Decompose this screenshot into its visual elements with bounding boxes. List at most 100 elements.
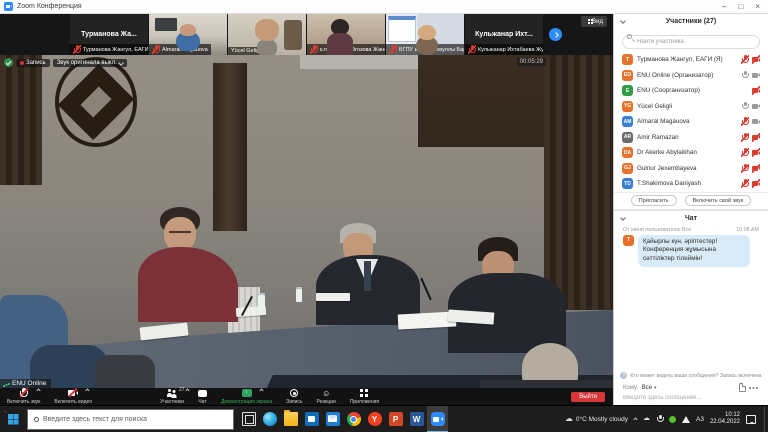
maximize-button[interactable]: □ <box>738 0 743 13</box>
video-tile[interactable]: Кульжанар Ихт...Кульжанар Ихтабаева Жу..… <box>465 14 543 55</box>
video-tile[interactable]: Турманова Жа...Турманова Жангул, ЕАГИ <box>70 14 148 55</box>
participant-row[interactable]: YGYücel Geligli <box>614 99 768 115</box>
taskbar-app-store[interactable] <box>301 406 322 432</box>
show-desktop-button[interactable] <box>764 406 768 432</box>
chair-back <box>95 355 155 388</box>
video-tile[interactable]: Almaral Magauova <box>149 14 227 55</box>
taskbar-app-mail[interactable] <box>322 406 343 432</box>
antivirus-icon[interactable] <box>669 416 676 423</box>
onedrive-icon[interactable]: ☁ <box>643 414 650 424</box>
taskbar-app-word[interactable]: W <box>406 406 427 432</box>
toolbar-chat[interactable]: Чат <box>191 388 214 405</box>
participant-name: Gulnur Jexembayeva <box>637 165 737 172</box>
toolbar-record[interactable]: Запись <box>279 388 309 405</box>
weather-widget[interactable]: ☁ 0°C Mostly cloudy <box>565 414 628 424</box>
toolbar-apps[interactable]: Приложения <box>343 388 386 405</box>
video-tile[interactable]: Yücel Geligli <box>228 14 306 55</box>
camera-off-icon <box>752 86 760 95</box>
original-sound-label: Звук оригинала выкл. <box>57 60 117 66</box>
participant-status-icons <box>752 86 760 95</box>
video-tile-label: Yücel Geligli <box>228 47 265 55</box>
security-shield-icon[interactable] <box>4 58 13 67</box>
toolbar-start-video[interactable]: Включить видео <box>47 388 99 405</box>
chat-message-input[interactable] <box>614 394 768 405</box>
participant-status-icons <box>741 71 760 80</box>
video-strip-tiles: Турманова Жа...Турманова Жангул, ЕАГИAlm… <box>70 14 544 55</box>
file-attach-icon[interactable] <box>739 383 746 392</box>
toolbar-participants[interactable]: 27Участники <box>153 388 191 405</box>
participants-list: ТТурманова Жангул, ЕАГИ (Я)EOENU Online … <box>614 52 768 192</box>
mic-muted-icon <box>468 45 476 54</box>
recipient-dropdown[interactable]: Все ▾ <box>642 385 657 391</box>
taskbar-clock[interactable]: 10:12 22.04.2022 <box>710 412 740 426</box>
chat-message-bubble: Қайырлы күн, әріптестер! Конференция жұм… <box>638 235 750 267</box>
taskbar-search[interactable]: Введите здесь текст для поиска <box>27 409 234 430</box>
mic-muted-icon <box>741 55 749 64</box>
participant-row[interactable]: EENU (Соорганизатор) <box>614 83 768 99</box>
mic-on-icon <box>741 71 749 80</box>
taskbar-app-yandex[interactable]: Y <box>364 406 385 432</box>
network-icon[interactable] <box>682 416 690 423</box>
tray-expand-icon[interactable] <box>633 417 637 421</box>
participant-row[interactable]: DADr Akerke Abylaikhan <box>614 145 768 161</box>
woman-bottom-right-torso <box>480 380 613 388</box>
participant-row[interactable]: ТТурманова Жангул, ЕАГИ (Я) <box>614 52 768 68</box>
toolbar-label: Реакции <box>317 399 336 405</box>
participant-name: T.Shakimova Daniyash <box>637 180 737 187</box>
collapse-chevron-icon[interactable] <box>620 215 626 221</box>
tray-mic-icon[interactable] <box>656 415 663 424</box>
participants-header: Участники (27) <box>614 14 768 29</box>
participant-row[interactable]: GJGulnur Jexembayeva <box>614 161 768 177</box>
video-tile[interactable]: к.п.н.доц.Шайгозова Жанерке На... <box>307 14 385 55</box>
record-dot-icon <box>20 61 24 65</box>
apps-icon <box>360 389 368 397</box>
language-indicator[interactable]: A3 <box>696 416 704 423</box>
camera-off-icon <box>752 55 760 64</box>
action-center-icon[interactable] <box>746 415 756 424</box>
info-icon[interactable]: ? <box>620 372 627 379</box>
taskbar-app-powerpoint[interactable]: P <box>385 406 406 432</box>
invite-button[interactable]: Пригласить <box>631 195 677 206</box>
participants-title: Участники (27) <box>666 18 716 25</box>
participant-row[interactable]: EOENU Online (Организатор) <box>614 68 768 84</box>
taskbar-app-file-explorer[interactable] <box>280 406 301 432</box>
store-icon <box>305 412 319 426</box>
toolbar-reactions[interactable]: ☺Реакции <box>310 388 343 405</box>
chat-header: Чат <box>614 211 768 226</box>
man-center-tie <box>364 261 371 291</box>
participant-row[interactable]: TD T.Shakimova Daniyash <box>614 176 768 192</box>
taskbar-app-edge[interactable] <box>259 406 280 432</box>
participant-search-input[interactable] <box>622 35 760 49</box>
wood-panel-left <box>0 55 42 185</box>
toolbar-label: Участники <box>160 399 184 405</box>
taskbar-app-task-view[interactable] <box>238 406 259 432</box>
close-button[interactable]: × <box>755 0 760 13</box>
video-tile[interactable]: БГПУ им. М. Акмуллы Бар... <box>386 14 464 55</box>
toolbar-share[interactable]: ↑Демонстрация экрана <box>214 388 279 405</box>
task-view-icon <box>242 412 256 426</box>
more-options-icon[interactable] <box>749 386 759 389</box>
minimize-button[interactable]: – <box>722 0 726 13</box>
taskbar-tray: ☁ 0°C Mostly cloudy ☁ A3 10:12 22.04.202… <box>565 412 760 426</box>
woman-red-face <box>164 217 196 251</box>
leave-button[interactable]: Выйти <box>571 392 605 402</box>
participant-avatar: AM <box>622 116 633 127</box>
collapse-chevron-icon[interactable] <box>620 18 626 24</box>
windows-taskbar: Введите здесь текст для поиска YPW ☁ 0°C… <box>0 405 768 432</box>
participant-row[interactable]: ARAmir Ramazan <box>614 130 768 146</box>
word-icon: W <box>410 412 424 426</box>
participant-row[interactable]: AMAlmaral Magauova <box>614 114 768 130</box>
taskbar-app-zoom[interactable] <box>427 406 448 432</box>
next-videos-button[interactable] <box>549 28 562 41</box>
camera-off-icon <box>752 179 760 188</box>
original-sound-button[interactable]: Звук оригинала выкл. <box>53 59 127 67</box>
toolbar-unmute[interactable]: Включить звук <box>0 388 47 405</box>
wood-panel-right <box>544 55 613 310</box>
mic-muted-icon <box>741 148 749 157</box>
participant-avatar: TD <box>622 178 633 189</box>
desktop: Zoom Конференция – □ × Турманова Жа...Ту… <box>0 0 768 432</box>
view-button[interactable]: Вид <box>581 16 607 27</box>
unmute-self-button[interactable]: Включить свой звук <box>685 195 752 206</box>
chat-message: Т Қайырлы күн, әріптестер! Конференция ж… <box>614 233 768 269</box>
taskbar-app-chrome[interactable] <box>343 406 364 432</box>
